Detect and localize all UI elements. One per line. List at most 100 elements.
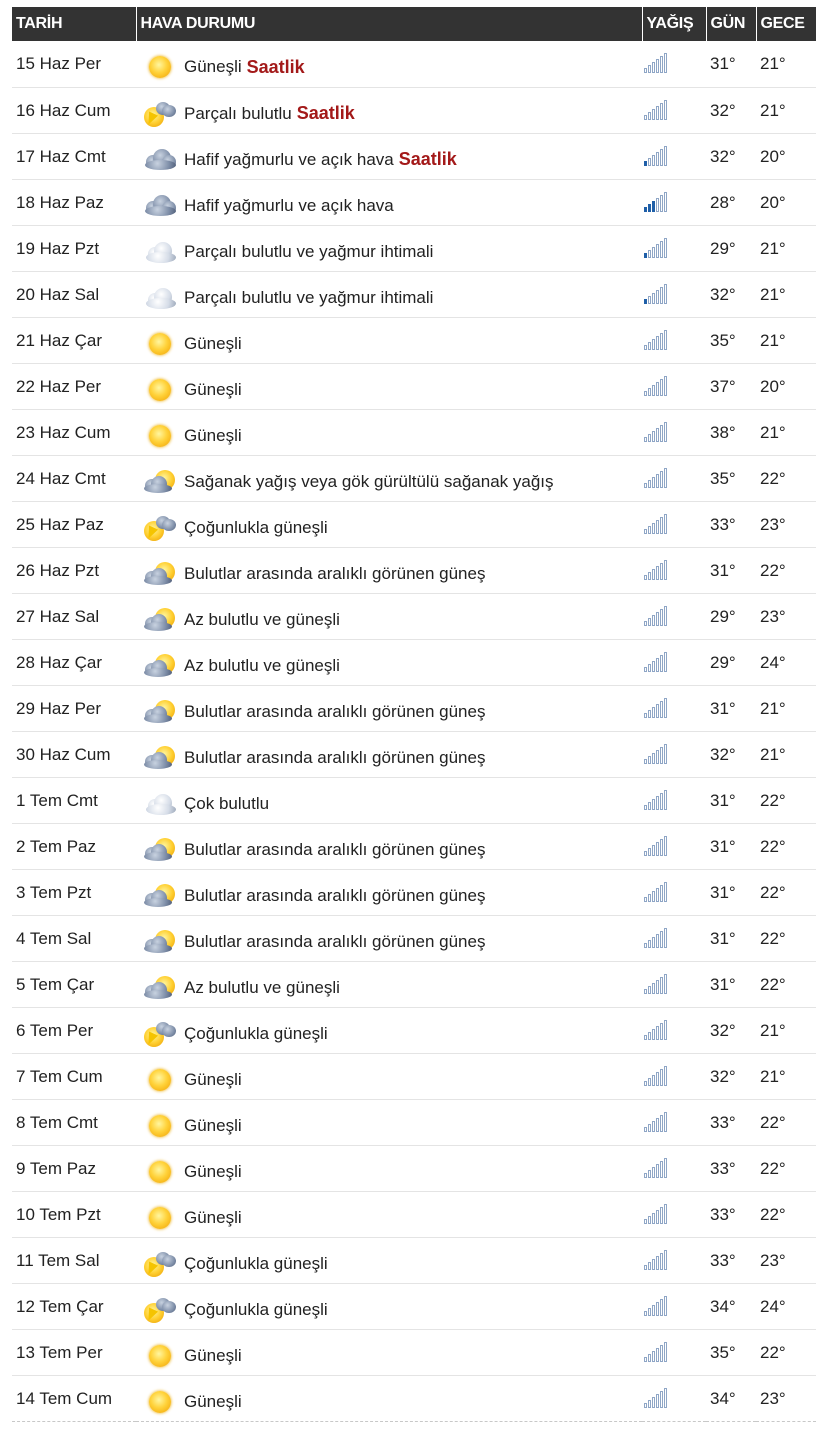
date-cell: 18 Haz Paz xyxy=(12,179,136,226)
cloud-icon xyxy=(142,239,178,265)
table-row: 14 Tem Cum Güneşli 34° 23° xyxy=(12,1375,816,1422)
night-temp: 22° xyxy=(756,823,816,870)
rain-level-bars xyxy=(644,1019,667,1040)
rain-bar xyxy=(652,1074,655,1086)
table-row: 23 Haz Cum Güneşli 38° 21° xyxy=(12,409,816,456)
date-cell: 3 Tem Pzt xyxy=(12,869,136,916)
condition-cell: Sağanak yağış veya gök gürültülü sağanak… xyxy=(136,455,642,502)
table-row: 29 Haz Per Bulutlar arasında aralıklı gör… xyxy=(12,685,816,732)
day-temp: 32° xyxy=(706,731,756,778)
rain-bar xyxy=(644,896,647,902)
hourly-link[interactable]: Saatlik xyxy=(247,57,305,78)
day-temp: 31° xyxy=(706,823,756,870)
day-temp: 31° xyxy=(706,41,756,88)
night-temp: 21° xyxy=(756,87,816,134)
rain-bar xyxy=(648,525,651,534)
hourly-link[interactable]: Saatlik xyxy=(399,149,457,170)
rain-bar xyxy=(664,145,667,166)
rain-bar xyxy=(656,565,659,580)
day-temp: 31° xyxy=(706,547,756,594)
condition-cell: Bulutlar arasında aralıklı görünen güneş xyxy=(136,547,642,594)
rain-bar xyxy=(644,1264,647,1270)
night-temp: 21° xyxy=(756,1007,816,1054)
rain-bar xyxy=(656,1163,659,1178)
table-row: 15 Haz Per Güneşli Saatlik 31° 21° xyxy=(12,41,816,88)
table-row: 25 Haz Paz Çoğunlukla güneşli 33° 23° xyxy=(12,501,816,548)
rain-bar xyxy=(660,746,663,764)
condition-text: Bulutlar arasında aralıklı görünen güneş xyxy=(184,839,486,859)
rain-bar xyxy=(644,390,647,396)
rain-bar xyxy=(652,292,655,304)
condition-text: Çok bulutlu xyxy=(184,793,270,813)
date-cell: 8 Tem Cmt xyxy=(12,1099,136,1146)
rain-bar xyxy=(660,1252,663,1270)
night-temp: 21° xyxy=(756,685,816,732)
rain-bar xyxy=(648,1261,651,1270)
condition-text: Güneşli xyxy=(184,1161,242,1181)
rain-bar xyxy=(656,979,659,994)
condition-cell: Çoğunlukla güneşli xyxy=(136,501,642,548)
rain-bar xyxy=(652,844,655,856)
rain-level-bars xyxy=(644,1111,667,1132)
rain-bar xyxy=(656,933,659,948)
rain-level-bars xyxy=(644,283,667,304)
rain-level-bars xyxy=(644,697,667,718)
condition-text: Bulutlar arasında aralıklı görünen güneş xyxy=(184,885,486,905)
table-row: 7 Tem Cum Güneşli 32° 21° xyxy=(12,1053,816,1100)
date-cell: 19 Haz Pzt xyxy=(12,225,136,272)
rain-bar xyxy=(660,792,663,810)
forecast-table-container: TARİH HAVA DURUMU YAĞIŞ GÜN GECE 15 Haz … xyxy=(12,7,816,1422)
sun-cloud-storm-icon xyxy=(142,101,178,127)
header-rain: YAĞIŞ xyxy=(642,7,707,41)
condition-cell: Parçalı bulutlu ve yağmur ihtimali xyxy=(136,225,642,272)
rain-cloud-icon xyxy=(142,147,178,173)
hourly-link[interactable]: Saatlik xyxy=(297,103,355,124)
date-cell: 22 Haz Per xyxy=(12,363,136,410)
rain-level-bars xyxy=(644,651,667,672)
rain-bar xyxy=(652,660,655,672)
sun-dark-cloud-icon xyxy=(142,929,178,955)
sun-icon xyxy=(142,54,178,80)
rain-bar xyxy=(656,1071,659,1086)
rain-cell xyxy=(642,777,706,824)
rain-cell xyxy=(642,1329,706,1376)
table-row: 2 Tem Paz Bulutlar arasında aralıklı görü… xyxy=(12,823,816,870)
rain-level-bars xyxy=(644,1295,667,1316)
date-cell: 29 Haz Per xyxy=(12,685,136,732)
condition-text: Hafif yağmurlu ve açık hava xyxy=(184,149,394,169)
sun-dark-cloud-icon xyxy=(142,699,178,725)
condition-text: Az bulutlu ve güneşli xyxy=(184,655,340,675)
rain-level-bars xyxy=(644,973,667,994)
condition-cell: Güneşli xyxy=(136,1191,642,1238)
rain-bar xyxy=(660,884,663,902)
rain-level-bars xyxy=(644,1387,667,1408)
condition-cell: Güneşli xyxy=(136,1375,642,1422)
rain-cloud-icon xyxy=(142,193,178,219)
rain-bar xyxy=(660,1068,663,1086)
rain-bar xyxy=(644,942,647,948)
rain-cell xyxy=(642,1099,706,1146)
day-temp: 38° xyxy=(706,409,756,456)
sun-dark-cloud-icon xyxy=(142,883,178,909)
rain-bar xyxy=(664,651,667,672)
night-temp: 23° xyxy=(756,1375,816,1422)
table-row: 26 Haz Pzt Bulutlar arasında aralıklı gör… xyxy=(12,547,816,594)
rain-bar xyxy=(664,605,667,626)
date-cell: 27 Haz Sal xyxy=(12,593,136,640)
rain-bar xyxy=(648,571,651,580)
sun-cloud-storm-icon xyxy=(142,1251,178,1277)
night-temp: 21° xyxy=(756,1053,816,1100)
header-day-temp: GÜN xyxy=(706,7,757,41)
condition-cell: Az bulutlu ve güneşli xyxy=(136,639,642,686)
rain-bar xyxy=(648,709,651,718)
night-temp: 24° xyxy=(756,639,816,686)
table-row: 10 Tem Pzt Güneşli 33° 22° xyxy=(12,1191,816,1238)
condition-text: Güneşli xyxy=(184,1207,242,1227)
rain-level-bars xyxy=(644,927,667,948)
rain-level-bars xyxy=(644,421,667,442)
rain-cell xyxy=(642,823,706,870)
date-cell: 2 Tem Paz xyxy=(12,823,136,870)
night-temp: 22° xyxy=(756,1099,816,1146)
rain-bar xyxy=(656,243,659,258)
rain-level-bars xyxy=(644,191,667,212)
